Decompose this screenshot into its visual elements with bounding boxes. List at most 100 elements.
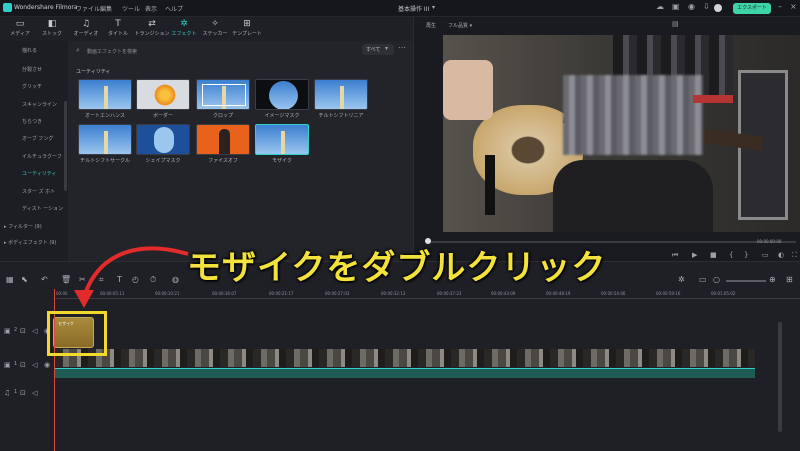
sidebar-item-utility[interactable]: ユーティリティ — [22, 170, 56, 177]
tab-label: メディア — [10, 31, 30, 37]
menu-edit[interactable]: 編集 — [100, 4, 112, 13]
preview-settings-icon[interactable]: ▤ — [672, 20, 679, 28]
zoom-in-icon[interactable]: ⊕ — [769, 275, 776, 284]
export-button[interactable]: エクスポート — [733, 3, 771, 14]
search-input[interactable]: ⌕ 動画エフェクトを検索 — [76, 46, 346, 57]
close-icon[interactable]: × — [790, 2, 797, 11]
callout-text: モザイクをダブルクリック — [187, 248, 607, 288]
filter-dropdown[interactable]: すべて ▾ — [362, 44, 394, 55]
tower-image — [340, 86, 344, 109]
more-options-icon[interactable]: ⋯ — [398, 43, 406, 52]
time-tick: 00:00:32:13 — [381, 291, 406, 296]
tab-label: エフェクト — [171, 31, 197, 37]
tab-stock[interactable]: ◧ ストック — [36, 19, 68, 39]
audio-icon[interactable]: ◐ — [778, 251, 784, 259]
person-shirt — [553, 160, 713, 232]
sidebar-group-body[interactable]: ▸ ボディエフェクト (9) — [4, 239, 56, 246]
effect-thumb-shape-mask[interactable] — [136, 124, 190, 155]
transition-icon: ⇄ — [148, 19, 156, 29]
sidebar-item[interactable]: グリッチ — [22, 83, 42, 90]
tab-label: ステッカー — [202, 31, 228, 37]
minimize-icon[interactable]: – — [778, 2, 782, 11]
effect-thumb-image-mask[interactable] — [255, 79, 309, 110]
mark-out-icon[interactable]: } — [744, 251, 748, 259]
skin-area — [443, 60, 493, 120]
app-logo-icon — [3, 3, 12, 12]
track-header-audio: ♫ 1 ⊡ ◁ — [0, 386, 55, 426]
quality-label: フル品質 — [448, 23, 469, 29]
tab-audio[interactable]: ♫ オーディオ — [70, 19, 102, 39]
avatar[interactable] — [714, 4, 722, 12]
music-icon: ♫ — [81, 19, 91, 29]
timeline-scrollbar[interactable] — [778, 322, 782, 432]
fullscreen-icon[interactable]: ⛶ — [792, 251, 797, 260]
sticker-icon: ✧ — [211, 19, 219, 29]
effect-label: オートエンハンス — [85, 113, 125, 119]
tab-label: タイトル — [107, 31, 128, 37]
sidebar-item[interactable]: スター ズ ホト — [22, 188, 55, 195]
undo-icon[interactable]: ↶ — [41, 275, 48, 284]
sidebar-item[interactable]: 揺れる — [22, 47, 37, 54]
sidebar-item[interactable]: イルチュラクーフ — [22, 153, 62, 160]
sidebar-item[interactable]: スキャンライン — [22, 101, 57, 108]
tab-templates[interactable]: ⊞ テンプレート — [230, 19, 264, 39]
cloud-icon[interactable]: ☁ — [656, 2, 664, 11]
lock-icon[interactable]: ⊡ — [20, 327, 26, 335]
zoom-slider[interactable] — [726, 280, 766, 282]
stop-icon[interactable]: ■ — [710, 251, 717, 259]
menu-view[interactable]: 表示 — [145, 4, 157, 13]
user-icon[interactable]: ◉ — [688, 2, 695, 11]
eye-icon[interactable]: ◉ — [44, 361, 50, 369]
track-number: 1 — [14, 361, 18, 367]
effect-thumb-mosaic[interactable] — [255, 124, 309, 155]
mark-in-icon[interactable]: { — [729, 251, 733, 259]
sidebar-item[interactable]: ちらつき — [22, 118, 42, 125]
cursor-icon[interactable]: ⬉ — [21, 275, 28, 284]
menu-file[interactable]: ファイル — [76, 4, 100, 13]
snapshot-icon[interactable]: ▭ — [762, 251, 769, 259]
lock-icon[interactable]: ⊡ — [20, 361, 26, 369]
template-icon: ⊞ — [243, 19, 251, 29]
menu-tools[interactable]: ツール — [122, 4, 140, 13]
effect-thumb-auto-enhance[interactable] — [78, 79, 132, 110]
play-icon[interactable]: ▶ — [692, 251, 697, 259]
snap-icon[interactable]: ✲ — [678, 275, 685, 284]
effect-thumb-tilt-shift-linear[interactable] — [314, 79, 368, 110]
effect-thumb-face-off[interactable] — [196, 124, 250, 155]
sidebar-scrollbar[interactable] — [64, 101, 67, 191]
sidebar-item[interactable]: ディスト ーション — [22, 205, 63, 212]
quality-dropdown[interactable]: フル品質 ▾ — [448, 22, 472, 29]
sidebar-item[interactable]: 分裂させ — [22, 66, 42, 73]
video-clip[interactable] — [55, 349, 755, 367]
audio-mute-icon[interactable]: ◁ — [32, 389, 37, 397]
tab-stickers[interactable]: ✧ ステッカー — [199, 19, 231, 39]
tab-label: テンプレート — [232, 31, 262, 37]
effect-thumb-crop[interactable] — [196, 79, 250, 110]
tab-effects[interactable]: ✲ エフェクト — [168, 19, 200, 39]
playback-mode[interactable]: 再生 — [426, 22, 436, 29]
layout-icon[interactable]: ▦ — [6, 275, 14, 284]
effect-thumb-tilt-shift-circle[interactable] — [78, 124, 132, 155]
render-icon[interactable]: ▭ — [699, 275, 707, 284]
audio-mute-icon[interactable]: ◁ — [32, 327, 37, 335]
effects-icon: ✲ — [180, 19, 188, 29]
export-label: エクスポート — [737, 5, 767, 11]
tab-transitions[interactable]: ⇄ トランジション — [134, 19, 170, 39]
menu-help[interactable]: ヘルプ — [165, 4, 183, 13]
tab-media[interactable]: ▭ メディア — [4, 19, 36, 39]
audio-mute-icon[interactable]: ◁ — [32, 361, 37, 369]
lock-icon[interactable]: ⊡ — [20, 389, 26, 397]
zoom-out-icon[interactable]: ○ — [713, 275, 720, 284]
folder-icon: ▭ — [15, 19, 25, 29]
sidebar-group-filters[interactable]: ▸ フィルター (9) — [4, 223, 42, 230]
effect-thumb-border[interactable] — [136, 79, 190, 110]
sidebar-item[interactable]: オーブ フング — [22, 135, 53, 142]
audio-waveform[interactable] — [55, 368, 755, 378]
tab-titles[interactable]: T タイトル — [102, 19, 134, 39]
prev-frame-icon[interactable]: ⏮ — [672, 251, 678, 260]
gift-icon[interactable]: ▣ — [672, 2, 680, 11]
download-icon[interactable]: ⇩ — [703, 2, 710, 11]
search-icon: ⌕ — [76, 46, 80, 54]
flower-image — [153, 83, 177, 107]
fit-icon[interactable]: ⊞ — [786, 275, 793, 284]
